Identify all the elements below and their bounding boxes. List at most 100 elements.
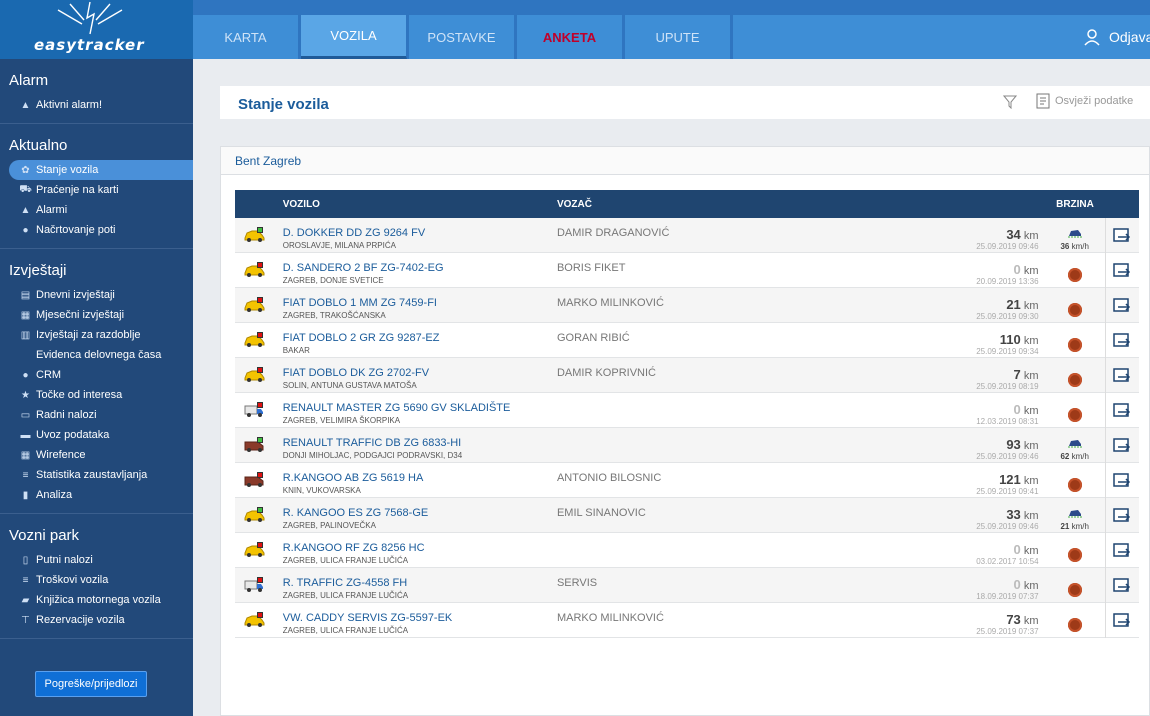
sidebar-item[interactable]: ✿ Stanje vozila	[9, 160, 193, 180]
table-row[interactable]: FIAT DOBLO 1 MM ZG 7459-FI ZAGREB, TRAKOŠ…	[235, 287, 1139, 323]
sidebar-item[interactable]: ▬ Uvoz podataka	[0, 425, 193, 445]
sidebar-item[interactable]: ▮ Analiza	[0, 485, 193, 505]
vehicle-details-icon[interactable]	[1113, 438, 1131, 454]
tab-postavke[interactable]: POSTAVKE	[409, 15, 515, 59]
vehicle-details-icon[interactable]	[1113, 613, 1131, 629]
distance-value: 0	[1013, 542, 1021, 557]
vehicle-details-icon[interactable]	[1113, 263, 1131, 279]
speed-value: 36	[1060, 242, 1070, 251]
sidebar-item[interactable]: ▤ Dnevni izvještaji	[0, 285, 193, 305]
vehicle-name-link[interactable]: R. TRAFFIC ZG-4558 FH	[283, 577, 557, 590]
vehicle-name-link[interactable]: FIAT DOBLO 1 MM ZG 7459-FI	[283, 297, 557, 310]
moving-icon	[1067, 510, 1082, 518]
sidebar-item-label: Uvoz podataka	[36, 429, 110, 441]
vehicle-details-icon[interactable]	[1113, 543, 1131, 559]
vehicle-name-link[interactable]: D. SANDERO 2 BF ZG-7402-EG	[283, 262, 557, 275]
sidebar-item-label: Načrtovanje poti	[36, 224, 116, 236]
sidebar-item-label: Izvještaji za razdoblje	[36, 329, 141, 341]
sidebar-item[interactable]: ≡ Statistika zaustavljanja	[0, 465, 193, 485]
tab-anketa[interactable]: ANKETA	[517, 15, 623, 59]
table-row[interactable]: VW. CADDY SERVIS ZG-5597-EK ZAGREB, ULICA…	[235, 602, 1139, 638]
sidebar-item[interactable]: ▲ Alarmi	[0, 200, 193, 220]
tray-icon: ▬	[20, 429, 31, 441]
filter-icon[interactable]	[1003, 95, 1017, 109]
stopped-icon	[1067, 408, 1082, 422]
vehicle-name-link[interactable]: FIAT DOBLO DK ZG 2702-FV	[283, 367, 557, 380]
last-update-time: 25.09.2019 09:46	[976, 242, 1039, 251]
table-row[interactable]: RENAULT MASTER ZG 5690 GV SKLADIŠTE ZAGRE…	[235, 392, 1139, 428]
sidebar-item[interactable]: Evidenca delovnega časa	[0, 345, 193, 365]
table-row[interactable]: R. TRAFFIC ZG-4558 FH ZAGREB, ULICA FRANJ…	[235, 567, 1139, 603]
vehicle-location: ZAGREB, PALINOVEČKA	[282, 521, 376, 530]
sidebar-item[interactable]: ● Načrtovanje poti	[0, 220, 193, 240]
sidebar-item[interactable]: ≡ Troškovi vozila	[0, 570, 193, 590]
moving-icon	[1067, 440, 1082, 448]
vehicle-location: ZAGREB, TRAKOŠĆANSKA	[282, 311, 386, 320]
table-row[interactable]: FIAT DOBLO DK ZG 2702-FV SOLIN, ANTUNA GU…	[235, 357, 1139, 393]
driver-name: GORAN RIBIĆ	[556, 332, 630, 344]
distance-cell: 7 km 25.09.2019 08:19	[892, 358, 1044, 393]
vehicle-name-link[interactable]: RENAULT TRAFFIC DB ZG 6833-HI	[283, 437, 557, 450]
speed-cell	[1045, 568, 1106, 603]
sidebar-item[interactable]: ● CRM	[0, 365, 193, 385]
vehicle-details-icon[interactable]	[1113, 578, 1131, 594]
header-action	[1105, 190, 1139, 218]
logout-button[interactable]: Odjava	[1083, 28, 1150, 46]
vehicle-name-link[interactable]: R.KANGOO RF ZG 8256 HC	[283, 542, 557, 555]
sidebar-item[interactable]: ▭ Radni nalozi	[0, 405, 193, 425]
vehicle-name-link[interactable]: FIAT DOBLO 2 GR ZG 9287-EZ	[283, 332, 557, 345]
vehicle-name-link[interactable]: R.KANGOO AB ZG 5619 HA	[283, 472, 557, 485]
list-icon: ≡	[22, 469, 29, 481]
sidebar-item[interactable]: ★ Točke od interesa	[0, 385, 193, 405]
distance-value: 33	[1006, 507, 1021, 522]
vehicle-panel: Bent Zagreb VOZILO VOZAČ BRZINA D. DOKKE…	[220, 146, 1150, 716]
sidebar-item[interactable]: ⊤ Rezervacije vozila	[0, 610, 193, 630]
distance-unit: km	[1023, 615, 1039, 627]
tab-vozila[interactable]: VOZILA	[301, 15, 407, 59]
action-cell	[1104, 322, 1139, 358]
distance-cell: 33 km 25.09.2019 09:46	[892, 498, 1044, 533]
tab-karta[interactable]: KARTA	[193, 15, 299, 59]
sidebar-item[interactable]: ⛟ Praćenje na karti	[0, 180, 193, 200]
sidebar-item[interactable]: ▯ Putni nalozi	[0, 550, 193, 570]
sidebar-item-label: Alarmi	[36, 204, 68, 216]
vehicle-name-link[interactable]: RENAULT MASTER ZG 5690 GV SKLADIŠTE	[283, 402, 557, 415]
sidebar-item[interactable]: ▦ Wirefence	[0, 445, 193, 465]
table-row[interactable]: R.KANGOO AB ZG 5619 HA KNIN, VUKOVARSKA AN…	[235, 462, 1139, 498]
speed-value: 21	[1060, 522, 1070, 531]
table-row[interactable]: R.KANGOO RF ZG 8256 HC ZAGREB, ULICA FRAN…	[235, 532, 1139, 568]
vehicle-name-link[interactable]: D. DOKKER DD ZG 9264 FV	[283, 227, 557, 240]
driver-name: MARKO MILINKOVIĆ	[556, 297, 664, 309]
report-button[interactable]: Pogreške/prijedlozi	[35, 671, 147, 697]
speed-cell	[1045, 463, 1106, 498]
vehicle-details-icon[interactable]	[1113, 508, 1131, 524]
vehicle-details-icon[interactable]	[1113, 333, 1131, 349]
sidebar-item[interactable]: ▦ Mjesečni izvještaji	[0, 305, 193, 325]
vehicle-name-link[interactable]: VW. CADDY SERVIS ZG-5597-EK	[283, 612, 557, 625]
speed-unit: km/h	[1071, 452, 1089, 461]
vehicle-details-icon[interactable]	[1113, 298, 1131, 314]
speed-cell	[1045, 253, 1106, 288]
tab-upute[interactable]: UPUTE	[625, 15, 731, 59]
header-speed: BRZINA	[1056, 198, 1094, 210]
table-row[interactable]: RENAULT TRAFFIC DB ZG 6833-HI DONJI MIHOL…	[235, 427, 1139, 463]
logo[interactable]: easytracker	[0, 0, 193, 59]
vehicle-details-icon[interactable]	[1113, 473, 1131, 489]
vehicle-details-icon[interactable]	[1113, 368, 1131, 384]
sidebar-item[interactable]: ▥ Izvještaji za razdoblje	[0, 325, 193, 345]
sidebar-item[interactable]: ▲ Aktivni alarm!	[0, 95, 193, 115]
table-row[interactable]: R. KANGOO ES ZG 7568-GE ZAGREB, PALINOVEČ…	[235, 497, 1139, 533]
distance-cell: 110 km 25.09.2019 09:34	[892, 323, 1044, 358]
vehicle-details-icon[interactable]	[1113, 403, 1131, 419]
table-row[interactable]: D. DOKKER DD ZG 9264 FV OROSLAVJE, MILANA…	[235, 218, 1139, 253]
vehicle-name-link[interactable]: R. KANGOO ES ZG 7568-GE	[283, 507, 557, 520]
status-indicator	[257, 332, 263, 338]
refresh-button[interactable]: Osvježi podatke	[1036, 93, 1133, 109]
folder-icon: ▰	[21, 594, 30, 606]
distance-value: 0	[1013, 262, 1021, 277]
sidebar-item[interactable]: ▰ Knjižica motornega vozila	[0, 590, 193, 610]
table-row[interactable]: FIAT DOBLO 2 GR ZG 9287-EZ BAKAR GORAN RIB…	[235, 322, 1139, 358]
vehicle-details-icon[interactable]	[1113, 228, 1131, 244]
table-row[interactable]: D. SANDERO 2 BF ZG-7402-EG ZAGREB, DONJE …	[235, 252, 1139, 288]
status-indicator	[257, 507, 263, 513]
